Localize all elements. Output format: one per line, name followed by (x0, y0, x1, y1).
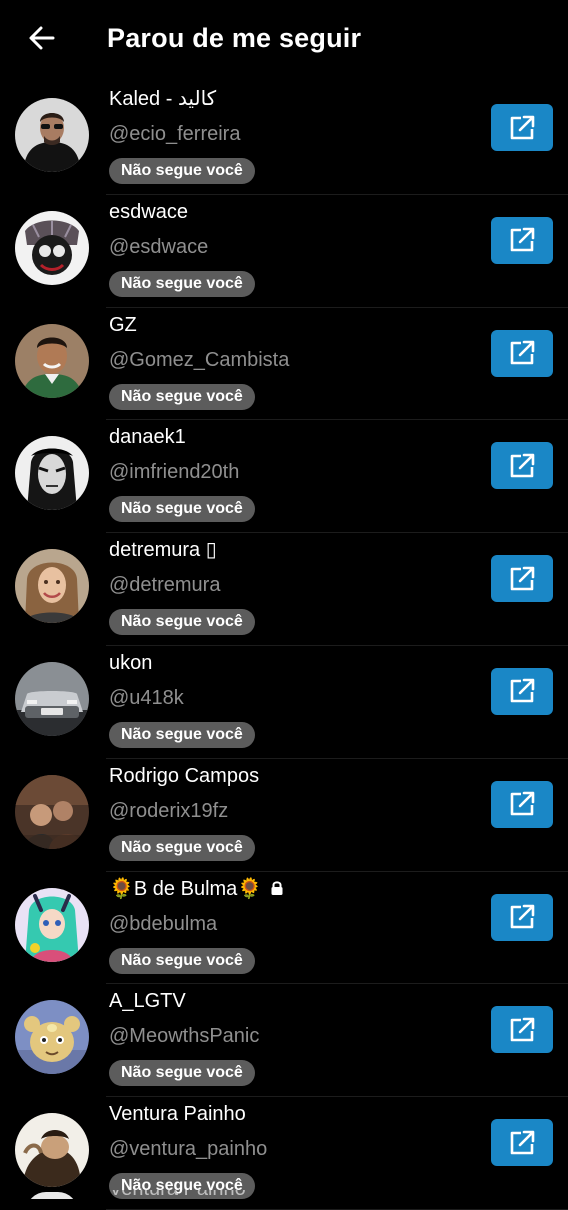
user-display-name: detremura ▯ (109, 539, 217, 562)
open-profile-button[interactable] (491, 1119, 553, 1167)
status-badge: Não segue você (109, 496, 255, 523)
user-handle: @Gomez_Cambista (109, 348, 290, 371)
partial-list-item: Ventura Painho (0, 1190, 568, 1199)
status-badge: Não segue você (109, 158, 255, 184)
avatar (15, 98, 89, 172)
open-profile-button[interactable] (491, 216, 553, 264)
user-handle: @ventura_painho (109, 1138, 268, 1161)
user-row[interactable]: detremura ▯ @detremura Não segue você (0, 533, 568, 646)
arrow-left-icon (29, 26, 55, 50)
user-display-name: Rodrigo Campos (109, 764, 260, 787)
user-row[interactable]: A_LGTV @MeowthsPanic Não segue você (0, 984, 568, 1097)
external-link-icon (510, 1017, 535, 1042)
lock-icon (270, 876, 284, 904)
back-button[interactable] (24, 20, 60, 56)
external-link-icon (510, 453, 535, 478)
app-bar: Parou de me seguir (0, 0, 568, 78)
external-link-icon (510, 1130, 535, 1154)
status-badge: Não segue você (109, 609, 255, 636)
avatar (15, 661, 89, 736)
user-display-name: Kaled - كاليد (109, 88, 217, 110)
open-profile-button[interactable] (491, 329, 553, 377)
user-row[interactable]: danaek1 @imfriend20th Não segue você (0, 420, 568, 533)
user-handle: @u418k (109, 686, 184, 709)
open-profile-button[interactable] (491, 893, 553, 941)
external-link-icon (510, 566, 535, 590)
user-display-name: A_LGTV (109, 990, 186, 1013)
open-profile-button[interactable] (491, 442, 553, 490)
user-handle: @detremura (109, 574, 221, 597)
user-display-name: Ventura Painho (109, 1190, 246, 1199)
user-display-name: esdwace (109, 200, 188, 223)
external-link-icon (510, 791, 535, 816)
user-handle: @roderix19fz (109, 799, 229, 822)
avatar (15, 549, 89, 624)
user-row[interactable]: esdwace @esdwace Não segue você (0, 195, 568, 308)
status-badge: Não segue você (109, 947, 255, 974)
open-profile-button[interactable] (491, 555, 553, 603)
avatar (15, 774, 89, 849)
external-link-icon (510, 115, 535, 139)
status-badge: Não segue você (109, 834, 255, 861)
user-row[interactable]: Kaled - كاليد @ecio_ferreira Não segue v… (0, 82, 568, 195)
avatar (15, 887, 89, 962)
open-profile-button[interactable] (491, 104, 553, 151)
external-link-icon (510, 340, 535, 365)
user-handle: @imfriend20th (109, 461, 240, 484)
user-row[interactable]: GZ @Gomez_Cambista Não segue você (0, 308, 568, 421)
user-display-name: danaek1 (109, 426, 186, 449)
status-badge: Não segue você (109, 721, 255, 748)
user-display-name: Ventura Painho (109, 1103, 246, 1126)
user-display-name: GZ (109, 313, 137, 336)
user-display-name: 🌻B de Bulma🌻 (109, 875, 284, 904)
user-row[interactable]: ukon @u418k Não segue você (0, 646, 568, 759)
avatar (15, 1113, 89, 1188)
user-handle: @esdwace (109, 235, 209, 258)
user-handle: @bdebulma (109, 912, 218, 935)
avatar (15, 323, 89, 398)
status-badge: Não segue você (109, 270, 255, 297)
open-profile-button[interactable] (491, 667, 553, 715)
user-handle: @ecio_ferreira (109, 123, 241, 145)
status-badge: Não segue você (109, 383, 255, 410)
page-title: Parou de me seguir (107, 23, 362, 53)
external-link-icon (510, 904, 535, 929)
external-link-icon (510, 679, 535, 703)
unfollowers-list: Kaled - كاليد @ecio_ferreira Não segue v… (0, 82, 568, 1210)
user-handle: @MeowthsPanic (109, 1025, 260, 1048)
external-link-icon (510, 227, 535, 252)
avatar (15, 1000, 89, 1075)
avatar (15, 436, 89, 511)
user-display-name: ukon (109, 651, 153, 674)
user-display-name-text: 🌻B de Bulma🌻 (109, 877, 263, 900)
open-profile-button[interactable] (491, 780, 553, 828)
avatar (26, 1192, 78, 1199)
open-profile-button[interactable] (491, 1006, 553, 1054)
user-row[interactable]: Rodrigo Campos @roderix19fz Não segue vo… (0, 759, 568, 872)
user-row[interactable]: 🌻B de Bulma🌻 @bdebulma Não segue você (0, 872, 568, 985)
status-badge: Não segue você (109, 1060, 255, 1087)
avatar (15, 210, 89, 285)
